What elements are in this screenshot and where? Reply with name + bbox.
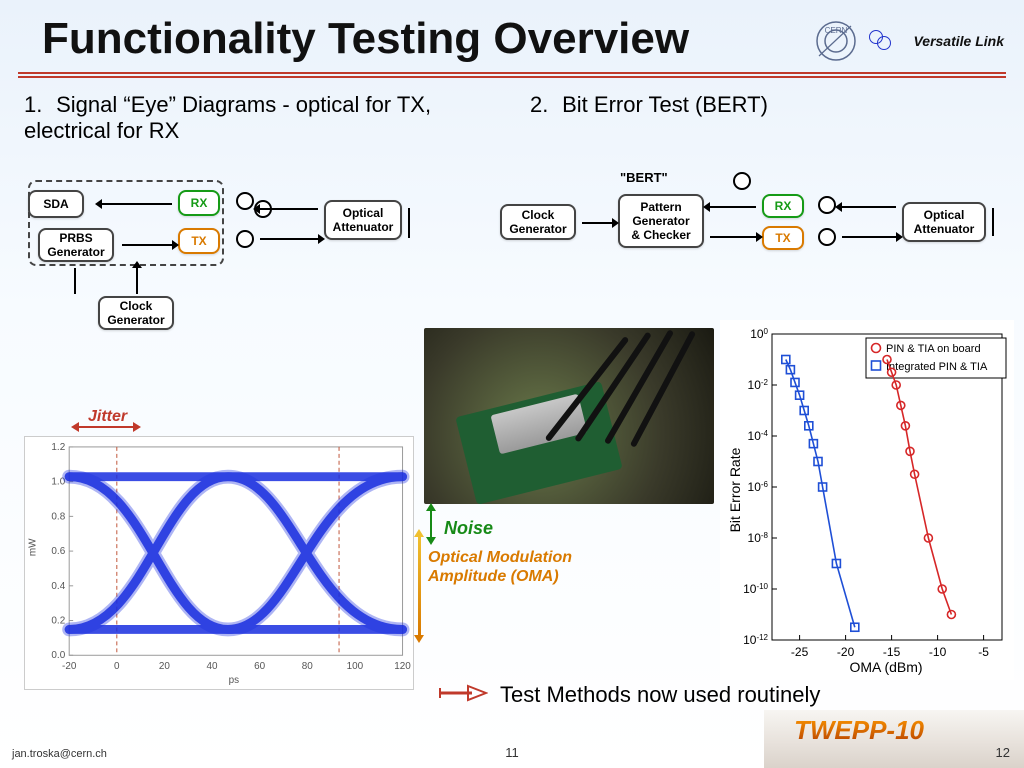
jitter-label: Jitter <box>88 408 127 426</box>
box-sda: SDA <box>28 190 84 218</box>
item2-number: 2. <box>530 92 556 118</box>
svg-text:0.6: 0.6 <box>51 546 65 557</box>
svg-text:Integrated PIN & TIA: Integrated PIN & TIA <box>886 361 988 373</box>
optical-port-icon <box>733 172 751 190</box>
brand-label: Versatile Link <box>913 33 1004 49</box>
versatile-link-icon <box>869 30 899 52</box>
svg-text:10-8: 10-8 <box>748 531 769 546</box>
page-number-right: 12 <box>996 745 1010 760</box>
svg-text:100: 100 <box>750 327 768 342</box>
box-clock: Clock Generator <box>98 296 174 330</box>
cern-logo-icon: CERN <box>813 18 859 64</box>
box-optical-attenuator2: Optical Attenuator <box>902 202 986 242</box>
connector <box>582 222 612 224</box>
box-optical-attenuator: Optical Attenuator <box>324 200 402 240</box>
svg-text:120: 120 <box>394 661 411 672</box>
svg-text:CERN: CERN <box>825 26 848 35</box>
connector <box>260 208 318 210</box>
connector <box>992 208 994 236</box>
box-tx2: TX <box>762 226 804 250</box>
optical-port-icon <box>236 230 254 248</box>
optical-port-icon <box>818 228 836 246</box>
block-diagram-eye: SDA PRBS Generator Clock Generator RX TX… <box>28 186 468 346</box>
optical-port-icon <box>818 196 836 214</box>
svg-text:-20: -20 <box>837 645 855 659</box>
item1-number: 1. <box>24 92 50 118</box>
svg-text:0.0: 0.0 <box>51 650 65 661</box>
connector <box>136 268 138 294</box>
svg-text:mW: mW <box>27 538 38 556</box>
noise-arrow-icon <box>430 510 432 538</box>
svg-text:10-10: 10-10 <box>743 582 768 597</box>
connector <box>74 268 76 294</box>
connector <box>842 206 896 208</box>
oma-label: Optical Modulation Amplitude (OMA) <box>428 548 572 586</box>
footer-email: jan.troska@cern.ch <box>12 748 107 760</box>
header-right: CERN Versatile Link <box>813 18 1004 64</box>
connector <box>710 206 756 208</box>
connector <box>122 244 172 246</box>
svg-text:PIN & TIA on board: PIN & TIA on board <box>886 343 981 355</box>
conference-logo: TWEPP-10 <box>794 715 924 746</box>
svg-text:10-2: 10-2 <box>748 378 769 393</box>
box-tx: TX <box>178 228 220 254</box>
bert-label: "BERT" <box>620 170 668 185</box>
title-underline <box>18 72 1006 78</box>
page-number: 11 <box>505 745 519 760</box>
hardware-photo <box>424 328 714 504</box>
svg-text:-20: -20 <box>62 661 77 672</box>
box-rx: RX <box>178 190 220 216</box>
svg-text:0: 0 <box>114 661 120 672</box>
svg-text:10-12: 10-12 <box>743 633 768 648</box>
jitter-arrow-icon <box>78 426 134 428</box>
eye-diagram-chart: 0.00.20.40.60.81.01.2 -20020406080100120… <box>24 436 414 690</box>
ber-chart: Bit Error Rate OMA (dBm) 100 10-2 10-4 10-6… <box>720 320 1014 680</box>
noise-label: Noise <box>444 518 493 539</box>
connector <box>710 236 756 238</box>
svg-text:OMA (dBm): OMA (dBm) <box>849 659 922 675</box>
connector <box>842 236 896 238</box>
svg-text:Bit Error Rate: Bit Error Rate <box>727 447 743 532</box>
svg-text:10-4: 10-4 <box>748 429 769 444</box>
svg-text:-15: -15 <box>883 645 901 659</box>
box-pattern: Pattern Generator & Checker <box>618 194 704 248</box>
box-clock2: Clock Generator <box>500 204 576 240</box>
svg-text:0.8: 0.8 <box>51 511 65 522</box>
box-prbs: PRBS Generator <box>38 228 114 262</box>
oma-arrow-icon <box>418 536 421 636</box>
list-item-1: 1. Signal “Eye” Diagrams - optical for T… <box>24 92 444 144</box>
svg-text:-25: -25 <box>791 645 809 659</box>
connector <box>102 203 172 205</box>
connector <box>260 238 318 240</box>
svg-text:100: 100 <box>347 661 364 672</box>
svg-text:1.2: 1.2 <box>51 442 65 453</box>
item2-text: Bit Error Test (BERT) <box>562 92 768 117</box>
svg-text:20: 20 <box>159 661 171 672</box>
svg-text:80: 80 <box>302 661 314 672</box>
box-rx2: RX <box>762 194 804 218</box>
svg-text:ps: ps <box>229 675 240 686</box>
connector <box>408 208 410 238</box>
arrow-right-icon <box>438 684 488 702</box>
block-diagram-bert: "BERT" Clock Generator Pattern Generator… <box>500 186 1010 316</box>
optical-port-icon <box>236 192 254 210</box>
svg-text:60: 60 <box>254 661 266 672</box>
svg-text:0.4: 0.4 <box>51 581 65 592</box>
list-item-2: 2. Bit Error Test (BERT) <box>530 92 970 118</box>
item1-text: Signal “Eye” Diagrams - optical for TX, … <box>24 92 431 143</box>
routinely-text: Test Methods now used routinely <box>500 682 820 708</box>
svg-text:-10: -10 <box>929 645 947 659</box>
svg-text:-5: -5 <box>978 645 989 659</box>
svg-text:40: 40 <box>207 661 219 672</box>
svg-text:10-6: 10-6 <box>748 480 769 495</box>
svg-text:0.2: 0.2 <box>51 616 65 627</box>
